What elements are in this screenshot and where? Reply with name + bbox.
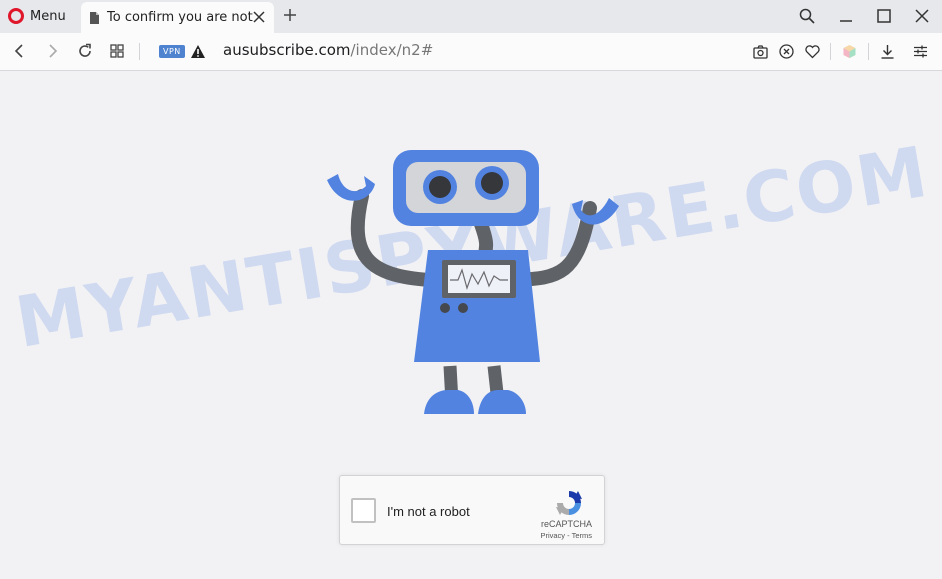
recaptcha-logo-icon bbox=[556, 491, 582, 515]
minimize-icon[interactable] bbox=[837, 7, 855, 25]
maximize-icon[interactable] bbox=[875, 7, 893, 25]
toolbar-divider bbox=[830, 43, 831, 60]
toolbar-divider bbox=[868, 43, 869, 60]
url-domain: ausubscribe.com bbox=[223, 41, 351, 59]
recaptcha-checkbox[interactable] bbox=[351, 498, 376, 523]
snapshot-icon[interactable] bbox=[752, 43, 769, 60]
url-path: /index/n2# bbox=[350, 41, 434, 59]
page-content: MYANTISPYWARE.COM I'm not a robot reCAPT… bbox=[0, 71, 942, 579]
address-bar: VPN ausubscribe.com/index/n2# bbox=[0, 33, 942, 71]
speed-dial-icon[interactable] bbox=[108, 42, 126, 60]
back-icon[interactable] bbox=[11, 42, 29, 60]
recaptcha-privacy-terms-link[interactable]: Privacy - Terms bbox=[540, 531, 592, 540]
extension-cube-icon[interactable] bbox=[841, 43, 858, 60]
easy-setup-icon[interactable] bbox=[912, 43, 929, 60]
close-tab-icon[interactable] bbox=[252, 10, 266, 24]
forward-icon[interactable] bbox=[43, 42, 61, 60]
reload-icon[interactable] bbox=[76, 42, 94, 60]
recaptcha-label: I'm not a robot bbox=[387, 504, 470, 519]
recaptcha-brand: reCAPTCHA bbox=[540, 519, 592, 529]
vpn-badge[interactable]: VPN bbox=[159, 45, 185, 58]
url-field[interactable]: ausubscribe.com/index/n2# bbox=[223, 41, 433, 59]
robot-illustration bbox=[327, 150, 619, 414]
menu-label: Menu bbox=[30, 8, 66, 24]
opera-menu-button[interactable]: Menu bbox=[8, 5, 66, 27]
search-tabs-icon[interactable] bbox=[798, 7, 816, 25]
active-tab[interactable]: To confirm you are not a robot bbox=[81, 2, 274, 33]
download-icon[interactable] bbox=[879, 43, 896, 60]
heart-icon[interactable] bbox=[804, 43, 821, 60]
recaptcha-widget: I'm not a robot reCAPTCHA Privacy - Term… bbox=[339, 475, 605, 545]
tab-title: To confirm you are not a robot bbox=[107, 10, 253, 25]
warning-icon[interactable] bbox=[190, 44, 206, 59]
ad-blocker-icon[interactable] bbox=[778, 43, 795, 60]
document-icon bbox=[90, 11, 99, 24]
new-tab-icon[interactable] bbox=[282, 7, 298, 23]
opera-logo-icon bbox=[8, 8, 24, 24]
close-window-icon[interactable] bbox=[913, 7, 931, 25]
toolbar-divider bbox=[139, 43, 140, 60]
tab-strip: Menu To confirm you are not a robot bbox=[0, 0, 942, 33]
